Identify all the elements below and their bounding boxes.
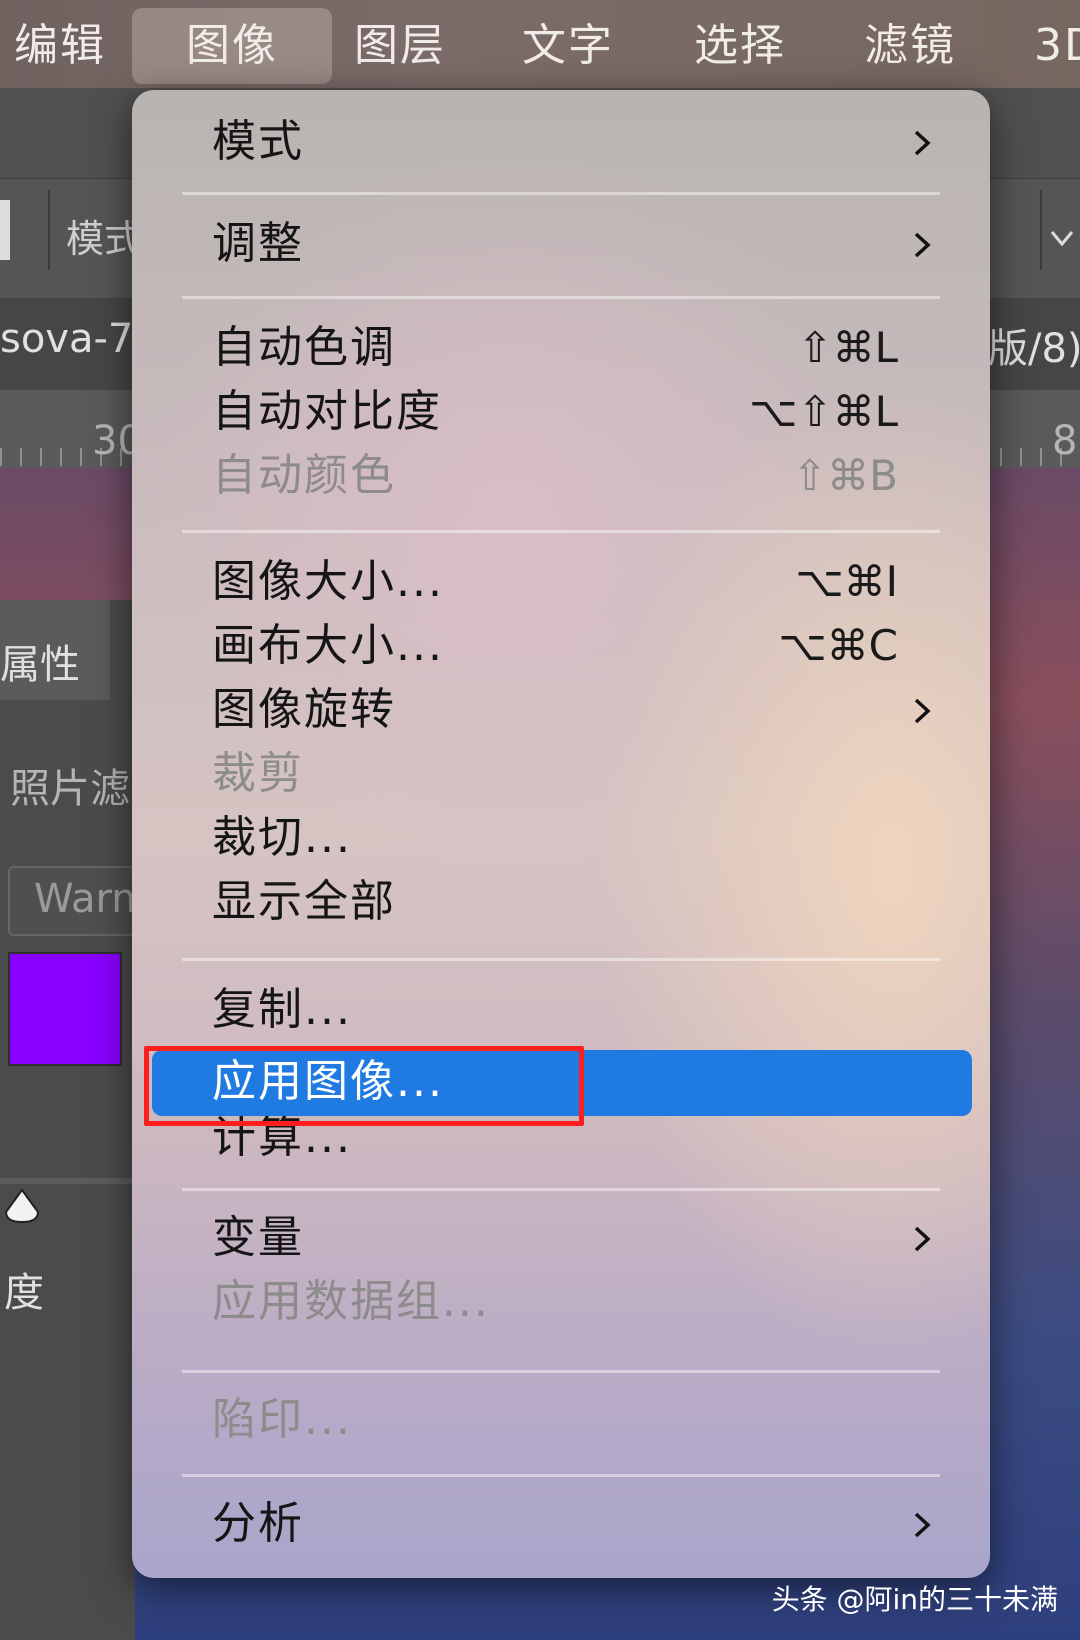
shortcut-auto-tone: ⇧⌘L (797, 323, 898, 372)
document-title-left[interactable]: sova-7 (0, 316, 133, 362)
chevron-down-icon[interactable] (1044, 220, 1080, 256)
ruler-label-right: 8 (1052, 418, 1078, 464)
annotation-red-box (144, 1046, 584, 1126)
menu-separator (182, 1474, 940, 1477)
submenu-arrow-icon (914, 1226, 931, 1252)
shortcut-canvas-size: ⌥⌘C (778, 621, 898, 670)
menu-item-adjustments[interactable]: 调整 (212, 212, 304, 276)
menu-item-image-size[interactable]: 图像大小... (212, 550, 444, 614)
menubar-item-filter[interactable]: 滤镜 (864, 8, 974, 84)
menu-item-crop: 裁剪 (212, 748, 304, 799)
shortcut-auto-color: ⇧⌘B (791, 451, 898, 500)
panel-tab-label[interactable]: 属性 (0, 632, 80, 690)
menu-item-auto-tone[interactable]: 自动色调 (212, 316, 396, 380)
menu-item-mode[interactable]: 模式 (212, 110, 304, 174)
submenu-arrow-icon (914, 1512, 931, 1538)
menu-item-trim[interactable]: 裁切... (212, 806, 352, 870)
menu-item-canvas-size[interactable]: 画布大小... (212, 614, 444, 678)
menubar-item-edit[interactable]: 编辑 (14, 8, 124, 84)
menu-item-trap: 陷印... (212, 1394, 352, 1445)
submenu-arrow-icon (914, 698, 931, 724)
menu-item-reveal-all[interactable]: 显示全部 (212, 870, 396, 934)
options-mode-label: 模式 (66, 217, 143, 261)
menu-item-apply-data-set: 应用数据组... (212, 1276, 490, 1327)
submenu-arrow-icon (914, 232, 931, 258)
density-label: 度 (4, 1270, 44, 1316)
menu-item-auto-contrast[interactable]: 自动对比度 (212, 380, 442, 444)
menu-item-analysis[interactable]: 分析 (212, 1492, 304, 1556)
submenu-arrow-icon (914, 130, 931, 156)
menu-separator (182, 530, 940, 533)
watermark: 头条 @阿in的三十未满 (771, 1583, 1058, 1616)
options-right-divider (1040, 190, 1042, 270)
menu-separator (182, 192, 940, 195)
shortcut-auto-contrast: ⌥⇧⌘L (749, 387, 898, 436)
menubar-item-type[interactable]: 文字 (522, 8, 632, 84)
menu-item-image-rotation[interactable]: 图像旋转 (212, 678, 396, 742)
menu-separator (182, 1188, 940, 1191)
menubar-item-3d[interactable]: 3D (1034, 8, 1080, 84)
menubar-item-select[interactable]: 选择 (694, 8, 804, 84)
options-divider (48, 190, 50, 270)
photo-filter-label: 照片滤 (10, 766, 130, 812)
menubar: 编辑 图像 图层 文字 选择 滤镜 3D (0, 0, 1080, 88)
menubar-item-layer[interactable]: 图层 (354, 8, 464, 84)
menu-item-variables[interactable]: 变量 (212, 1206, 304, 1270)
shortcut-image-size: ⌥⌘I (795, 557, 898, 606)
menu-item-auto-color: 自动颜色 (212, 450, 396, 501)
filter-color-swatch[interactable] (8, 952, 122, 1066)
menu-separator (182, 1370, 940, 1373)
menubar-item-image[interactable]: 图像 (132, 8, 332, 84)
slider-thumb[interactable] (4, 1188, 40, 1224)
document-title-right[interactable]: 版/8) (988, 316, 1080, 374)
menu-separator (182, 958, 940, 961)
menu-item-duplicate[interactable]: 复制... (212, 978, 352, 1042)
panel-divider (0, 1178, 135, 1184)
menu-separator (182, 296, 940, 299)
image-menu: 模式 调整 自动色调 ⇧⌘L 自动对比度 ⌥⇧⌘L 自动颜色 ⇧⌘B 图像大小.… (132, 90, 990, 1578)
tool-swatch-sliver (0, 200, 10, 260)
